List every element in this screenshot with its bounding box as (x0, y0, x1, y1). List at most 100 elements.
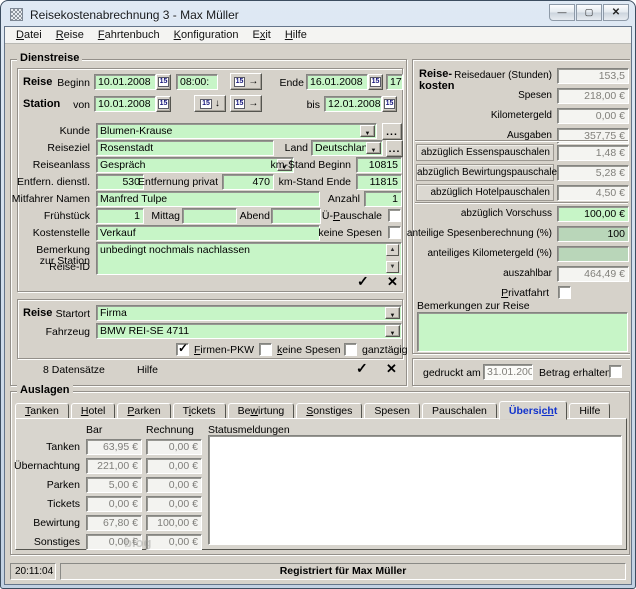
kunde-dropdown-button[interactable]: ▼ (360, 125, 375, 137)
tab-hotel[interactable]: Hotel (71, 403, 116, 419)
betrag-erhalten-checkbox[interactable] (609, 365, 622, 378)
bemerkung-textarea[interactable]: unbedingt nochmals nachlassen ▲ ▼ (96, 242, 402, 275)
maximize-button[interactable]: ▢ (576, 4, 602, 21)
datensaetze-count: 8 Datensätze (43, 364, 105, 376)
reise-id-label: Reise-ID (49, 261, 90, 273)
calendar-icon: 15 (384, 99, 396, 109)
entf-dienstl-field[interactable]: 530 (96, 174, 144, 190)
kosten-value-spesen[interactable]: 218,00 € (557, 88, 629, 104)
beginn-date-calendar-button[interactable]: 15 (156, 74, 171, 90)
tab-übersicht[interactable]: Übersicht (499, 401, 567, 420)
firmen-pkw-checkbox[interactable]: ✓ (176, 343, 189, 356)
land-combo[interactable]: Deutschland ▼ (311, 140, 383, 156)
kunde-ellipsis-button[interactable]: ... (382, 123, 402, 140)
tab-tanken[interactable]: Tanken (15, 403, 69, 419)
tab-tickets[interactable]: Tickets (173, 403, 226, 419)
title-bar[interactable]: Reisekostenabrechnung 3 - Max Müller — ▢… (4, 4, 632, 26)
scroll-up-icon[interactable]: ▲ (386, 244, 399, 256)
watermark: blog (124, 535, 151, 550)
anzahl-field[interactable]: 1 (364, 191, 402, 207)
hilfe-link[interactable]: Hilfe (137, 364, 158, 376)
expense-bar-bewirtung[interactable]: 67,80 € (86, 515, 142, 531)
gedruckt-am-field[interactable]: 31.01.2006 (483, 364, 533, 380)
kosten-value-abzüglich-hotelpauschalen[interactable]: 4,50 € (557, 185, 629, 201)
keine-spesen-station-checkbox[interactable] (388, 226, 401, 239)
privatfahrt-checkbox[interactable] (558, 286, 571, 299)
startort-combo[interactable]: Firma ▼ (96, 305, 402, 321)
land-ellipsis-button[interactable]: ... (386, 140, 403, 157)
von-date-field[interactable]: 10.01.2008 (94, 96, 156, 112)
bemerkungen-reise-textarea[interactable] (417, 312, 628, 352)
expense-bar-tanken[interactable]: 63,95 € (86, 439, 142, 455)
tab-sonstiges[interactable]: Sonstiges (296, 403, 362, 419)
mittag-field[interactable] (182, 208, 237, 224)
station-ok-button[interactable]: ✓ (357, 273, 369, 290)
land-dropdown-button[interactable]: ▼ (366, 142, 381, 154)
ende-date-calendar-button[interactable]: 15 (368, 74, 383, 90)
scroll-down-icon[interactable]: ▼ (386, 261, 399, 273)
ue-pauschale-checkbox[interactable] (388, 209, 401, 222)
kosten-value-anteiliges-kilometergeld-[interactable] (557, 246, 629, 262)
ende-time-field[interactable]: 17:30: (386, 74, 403, 90)
tab-hilfe[interactable]: Hilfe (569, 403, 610, 419)
von-date-calendar-button[interactable]: 15 (156, 96, 171, 112)
expense-bar-übernachtung[interactable]: 221,00 € (86, 458, 142, 474)
km-ende-field[interactable]: 11815 (356, 174, 402, 190)
menu-item-datei[interactable]: Datei (9, 29, 49, 41)
kosten-value-abzüglich-essenspauschalen[interactable]: 1,48 € (557, 145, 629, 161)
menu-item-fahrtenbuch[interactable]: Fahrtenbuch (91, 29, 167, 41)
keine-spesen-reise-checkbox[interactable] (259, 343, 272, 356)
menu-item-exit[interactable]: Exit (245, 29, 277, 41)
copy-date-right-button-reise[interactable]: 15→ (230, 73, 262, 90)
expense-rechnung-tanken[interactable]: 0,00 € (146, 439, 202, 455)
beginn-date-field[interactable]: 10.01.2008 (94, 74, 156, 90)
menu-item-konfiguration[interactable]: Konfiguration (167, 29, 246, 41)
kosten-value-abzüglich-vorschuss[interactable]: 100,00 € (557, 206, 629, 222)
reise-cancel-button[interactable]: ✕ (386, 361, 397, 377)
expense-rechnung-übernachtung[interactable]: 0,00 € (146, 458, 202, 474)
statusmeldungen-box[interactable] (208, 435, 622, 545)
expense-rechnung-sonstiges[interactable]: 0,00 € (146, 534, 202, 550)
expense-rechnung-bewirtung[interactable]: 100,00 € (146, 515, 202, 531)
bemerkung-scrollbar[interactable]: ▲ ▼ (386, 244, 400, 273)
bis-date-field[interactable]: 12.01.2008 (324, 96, 382, 112)
tab-parken[interactable]: Parken (117, 403, 170, 419)
station-cancel-button[interactable]: ✕ (387, 274, 398, 290)
expense-rechnung-parken[interactable]: 0,00 € (146, 477, 202, 493)
expense-bar-tickets[interactable]: 0,00 € (86, 496, 142, 512)
kosten-value-reisedauer-stunden-[interactable]: 153,5 (557, 68, 629, 84)
expense-rechnung-tickets[interactable]: 0,00 € (146, 496, 202, 512)
abend-field[interactable] (271, 208, 321, 224)
tab-spesen[interactable]: Spesen (364, 403, 420, 419)
expense-bar-parken[interactable]: 5,00 € (86, 477, 142, 493)
tab-bewirtung[interactable]: Bewirtung (228, 403, 295, 419)
tab-pauschalen[interactable]: Pauschalen (422, 403, 497, 419)
km-beginn-field[interactable]: 10815 (356, 157, 402, 173)
kunde-combo[interactable]: Blumen-Krause ▼ (96, 123, 377, 139)
menu-item-hilfe[interactable]: Hilfe (278, 29, 314, 41)
kosten-value-abzüglich-bewirtungspauschalen[interactable]: 5,28 € (557, 165, 629, 181)
startort-dropdown-button[interactable]: ▼ (385, 307, 400, 319)
fruehstueck-field[interactable]: 1 (96, 208, 144, 224)
reiseanlass-combo[interactable]: Gespräch ▼ (96, 157, 294, 173)
calendar-icon: 15 (234, 77, 246, 87)
beginn-time-field[interactable]: 08:00: (176, 74, 218, 90)
reise-ok-button[interactable]: ✓ (356, 360, 368, 377)
entf-privat-field[interactable]: 470 (222, 174, 274, 190)
fahrzeug-combo[interactable]: BMW REI-SE 4711 ▼ (96, 323, 402, 339)
ganztaegig-checkbox[interactable] (344, 343, 357, 356)
bis-date-calendar-button[interactable]: 15 (382, 96, 397, 112)
menu-item-reise[interactable]: Reise (49, 29, 91, 41)
fahrzeug-dropdown-button[interactable]: ▼ (385, 325, 400, 337)
kosten-value-anteilige-spesenberechnung-[interactable]: 100 (557, 226, 629, 242)
reiseziel-field[interactable]: Rosenstadt (96, 140, 274, 156)
kostenstelle-field[interactable]: Verkauf (96, 225, 320, 241)
kosten-value-auszahlbar[interactable]: 464,49 € (557, 266, 629, 282)
ende-date-field[interactable]: 16.01.2008 (306, 74, 368, 90)
mitfahrer-field[interactable]: Manfred Tulpe (96, 191, 320, 207)
minimize-button[interactable]: — (549, 4, 575, 21)
kosten-value-kilometergeld[interactable]: 0,00 € (557, 108, 629, 124)
copy-date-right-button-station[interactable]: 15→ (230, 95, 262, 112)
copy-date-down-button[interactable]: 15↓ (194, 95, 226, 112)
close-button[interactable]: ✕ (603, 4, 629, 21)
